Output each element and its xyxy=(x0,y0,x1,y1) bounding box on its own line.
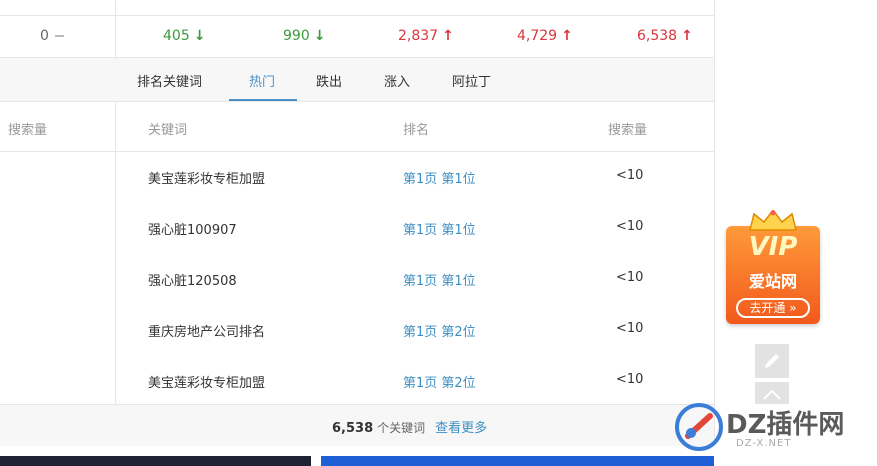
arrow-down-icon: ↓ xyxy=(193,28,206,44)
view-more-link[interactable]: 查看更多 xyxy=(435,421,487,436)
stat-item: 990 ↓ xyxy=(283,28,326,44)
vip-title: VIP xyxy=(748,232,798,262)
volume-cell: <10 xyxy=(616,168,644,183)
edit-icon xyxy=(765,354,779,368)
vip-open-button[interactable]: 去开通 » xyxy=(736,298,810,318)
stat-item: 4,729 ↑ xyxy=(517,28,573,44)
tab-hot[interactable]: 热门 xyxy=(249,71,275,90)
tab-rising[interactable]: 涨入 xyxy=(384,71,410,90)
rank-link[interactable]: 第1页 第2位 xyxy=(403,321,476,340)
rank-link[interactable]: 第1页 第1位 xyxy=(403,270,476,289)
stats-row: 0 405 ↓ 990 ↓ 2,837 ↑ 4,729 ↑ 6,538 ↑ xyxy=(0,15,714,58)
keyword-count-value: 6,538 xyxy=(332,421,374,436)
tab-ranking-keywords[interactable]: 排名关键词 xyxy=(137,71,202,90)
active-tab-indicator xyxy=(229,99,297,101)
watermark: DZ插件网 DZ-X.NET xyxy=(674,400,874,456)
bottom-banner-right xyxy=(321,456,714,466)
crown-icon xyxy=(749,210,797,231)
vip-badge[interactable]: VIP 爱站网 去开通 » xyxy=(726,210,820,324)
flat-dash-icon xyxy=(54,35,64,37)
left-header-volume: 搜索量 xyxy=(8,123,48,138)
vip-subtitle: 爱站网 xyxy=(748,272,797,291)
stat-zero: 0 xyxy=(40,28,64,44)
keyword-cell[interactable]: 重庆房地产公司排名 xyxy=(148,321,265,340)
keyword-cell[interactable]: 强心脏120508 xyxy=(148,270,237,289)
rank-link[interactable]: 第1页 第2位 xyxy=(403,372,476,391)
bottom-banner-left xyxy=(0,456,311,466)
table-row: 重庆房地产公司排名 第1页 第2位 <10 xyxy=(116,305,714,356)
tab-aladdin[interactable]: 阿拉丁 xyxy=(452,71,491,90)
header-keyword: 关键词 xyxy=(148,123,188,138)
header-rank: 排名 xyxy=(403,123,430,138)
stat-item: 405 ↓ xyxy=(163,28,206,44)
stat-item: 2,837 ↑ xyxy=(398,28,454,44)
stat-item: 6,538 ↑ xyxy=(637,28,693,44)
arrow-up-icon: ↑ xyxy=(681,28,693,44)
table-header: 搜索量 关键词 排名 搜索量 xyxy=(0,102,714,152)
table-footer: 6,538 个关键词 查看更多 xyxy=(0,404,714,446)
table-row: 强心脏120508 第1页 第1位 <10 xyxy=(116,254,714,305)
keyword-cell[interactable]: 美宝莲彩妆专柜加盟 xyxy=(148,168,265,187)
tab-bar: 排名关键词 热门 跌出 涨入 阿拉丁 xyxy=(0,58,714,102)
tab-dropped[interactable]: 跌出 xyxy=(316,71,342,90)
volume-cell: <10 xyxy=(616,372,644,387)
volume-cell: <10 xyxy=(616,219,644,234)
keyword-count: 6,538 个关键词 查看更多 xyxy=(332,417,487,436)
table-row: 美宝莲彩妆专柜加盟 第1页 第2位 <10 xyxy=(116,356,714,407)
rank-link[interactable]: 第1页 第1位 xyxy=(403,219,476,238)
keyword-panel: 0 405 ↓ 990 ↓ 2,837 ↑ 4,729 ↑ 6,538 ↑ 排名关键词 热… xyxy=(0,0,715,446)
keyword-count-suffix: 个关键词 xyxy=(377,421,426,435)
volume-cell: <10 xyxy=(616,321,644,336)
table-row: 美宝莲彩妆专柜加盟 第1页 第1位 <10 xyxy=(116,152,714,203)
rank-link[interactable]: 第1页 第1位 xyxy=(403,168,476,187)
edit-button[interactable] xyxy=(755,344,789,378)
table-row: 强心脏100907 第1页 第1位 <10 xyxy=(116,203,714,254)
watermark-logo-icon xyxy=(675,403,723,451)
watermark-sub: DZ-X.NET xyxy=(736,438,792,449)
volume-cell: <10 xyxy=(616,270,644,285)
keyword-cell[interactable]: 强心脏100907 xyxy=(148,219,237,238)
watermark-text: DZ插件网 xyxy=(726,410,845,440)
arrow-up-icon: ↑ xyxy=(561,28,573,44)
arrow-up-icon: ↑ xyxy=(442,28,454,44)
header-volume: 搜索量 xyxy=(608,123,648,138)
arrow-down-icon: ↓ xyxy=(313,28,326,44)
keyword-cell[interactable]: 美宝莲彩妆专柜加盟 xyxy=(148,372,265,391)
